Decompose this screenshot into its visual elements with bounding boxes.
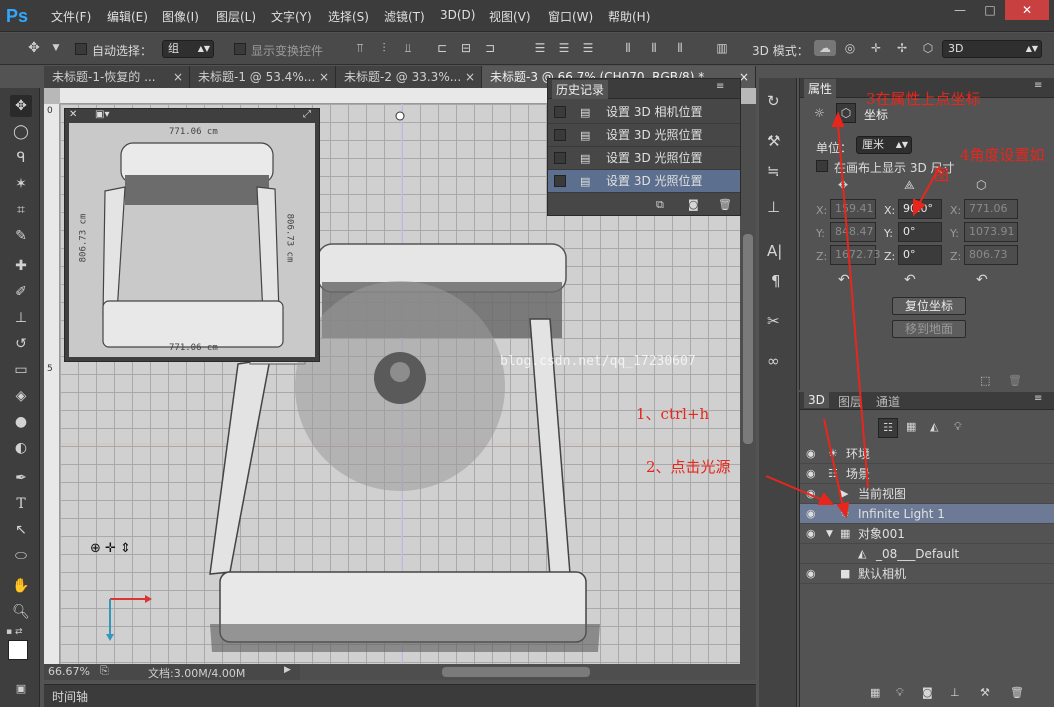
annotation-step-3: 3在属性上点坐标 xyxy=(866,90,981,108)
annotation-step-4: 4角度设置如 xyxy=(960,146,1045,164)
annotation-step-1: 1、ctrl+h xyxy=(636,405,710,423)
annotation-step-2: 2、点击光源 xyxy=(646,458,731,476)
annotation-step-4-cont: 图 xyxy=(934,166,950,184)
